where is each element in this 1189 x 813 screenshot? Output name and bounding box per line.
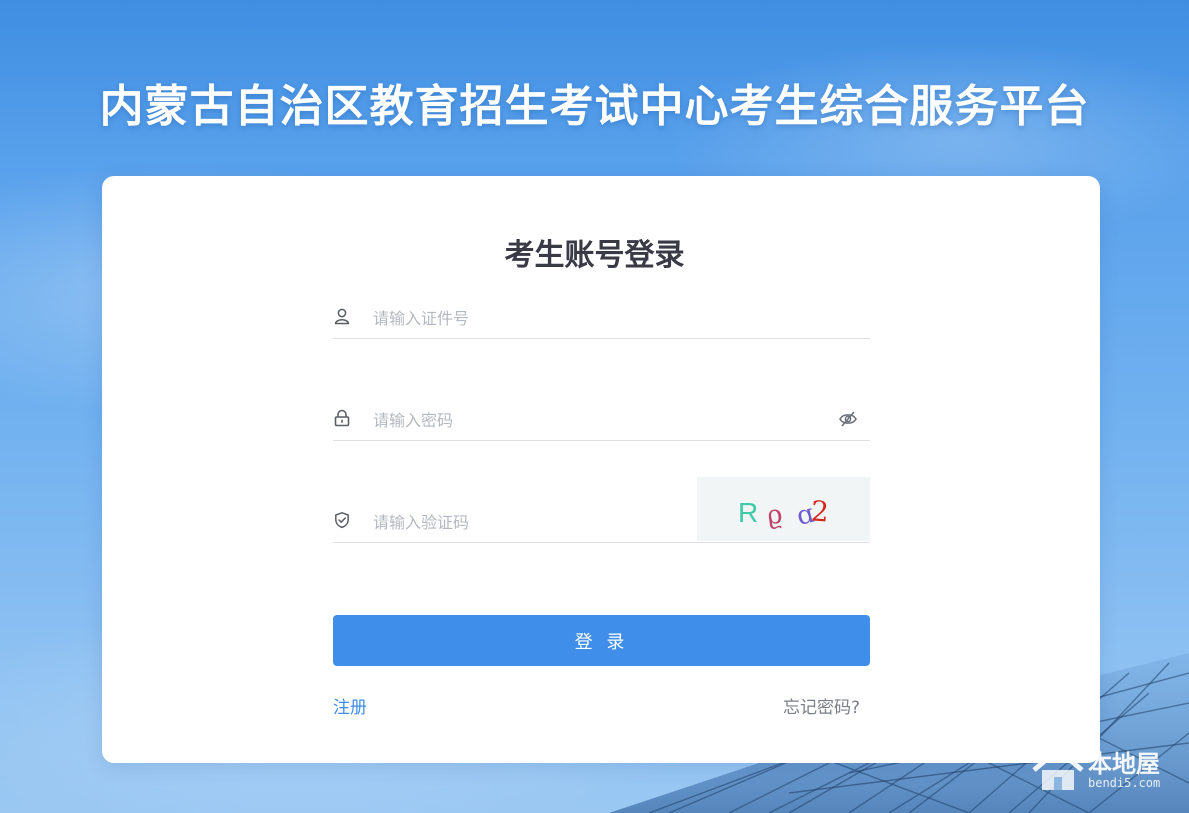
login-button[interactable]: 登 录 [333,615,870,666]
register-link[interactable]: 注册 [333,693,367,718]
captcha-char-4: 2 [810,494,830,528]
eye-off-icon[interactable] [838,410,858,428]
watermark-domain: bendi5.com [1088,776,1161,790]
password-input[interactable] [371,406,795,434]
id-number-field [333,298,870,339]
house-logo-icon [1032,747,1084,790]
page-title: 内蒙古自治区教育招生考试中心考生综合服务平台 [99,81,1090,132]
captcha-char-2: ϱ [765,499,784,531]
shield-check-icon [335,512,349,529]
forgot-password-link[interactable]: 忘记密码? [783,693,860,718]
user-icon [334,308,350,325]
id-number-input[interactable] [371,304,795,332]
password-field [333,400,870,441]
watermark-brand: 本地屋 [1088,750,1160,778]
watermark: 本地屋 bendi5.com [1030,742,1180,798]
captcha-image[interactable]: R ϱ ɑ 2 [697,477,870,541]
captcha-char-1: R [738,497,758,528]
lock-icon [334,409,350,427]
login-title: 考生账号登录 [504,238,685,273]
